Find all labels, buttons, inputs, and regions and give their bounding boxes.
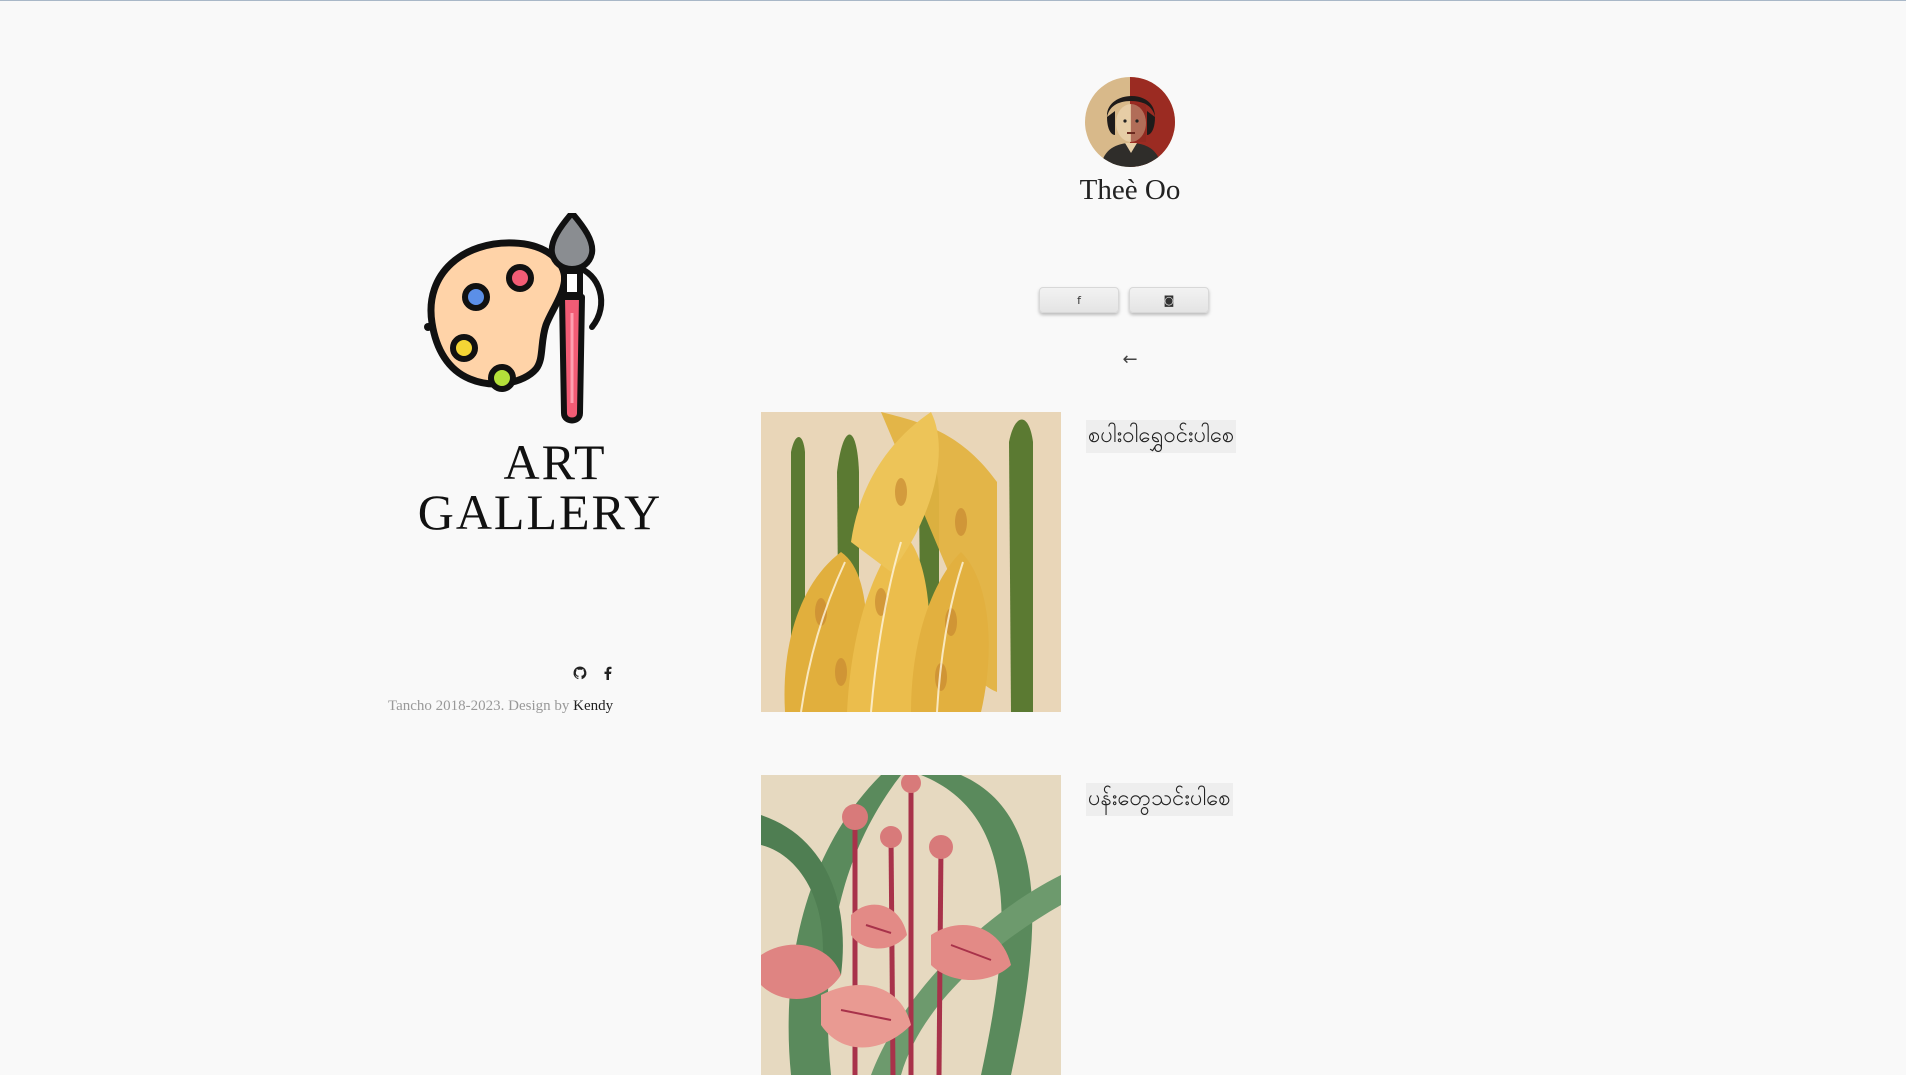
palette-logo-icon	[424, 210, 628, 425]
facebook-button[interactable]: f	[1039, 287, 1119, 313]
brand-line-art: ART	[503, 434, 607, 490]
post-title-rice[interactable]: စပါးဝါရွှေဝင်းပါစေ	[1086, 420, 1237, 453]
footer-social-icons	[572, 665, 616, 681]
author-avatar[interactable]	[1085, 77, 1175, 167]
post-title-flowers[interactable]: ပန်းတွေသင်းပါစေ	[1086, 783, 1233, 816]
copyright-prefix: Tancho 2018-2023. Design by	[388, 698, 570, 714]
author-name: Theè Oo	[1079, 174, 1181, 206]
post-thumbnail-flowers[interactable]	[761, 775, 1061, 1075]
post-thumbnail-rice[interactable]	[761, 412, 1061, 712]
copyright-text: Tancho 2018-2023. Design by Kendy	[388, 698, 613, 715]
github-icon[interactable]	[572, 665, 588, 681]
designer-link[interactable]: Kendy	[573, 698, 613, 714]
instagram-icon: ◙	[1163, 293, 1175, 307]
back-arrow-icon[interactable]: ←	[1116, 349, 1144, 370]
site-brand[interactable]: ART GALLERY	[380, 437, 700, 537]
instagram-button[interactable]: ◙	[1129, 287, 1209, 313]
brand-line-gallery: GALLERY	[417, 484, 663, 540]
facebook-icon: f	[1077, 293, 1081, 307]
facebook-icon[interactable]	[600, 665, 616, 681]
